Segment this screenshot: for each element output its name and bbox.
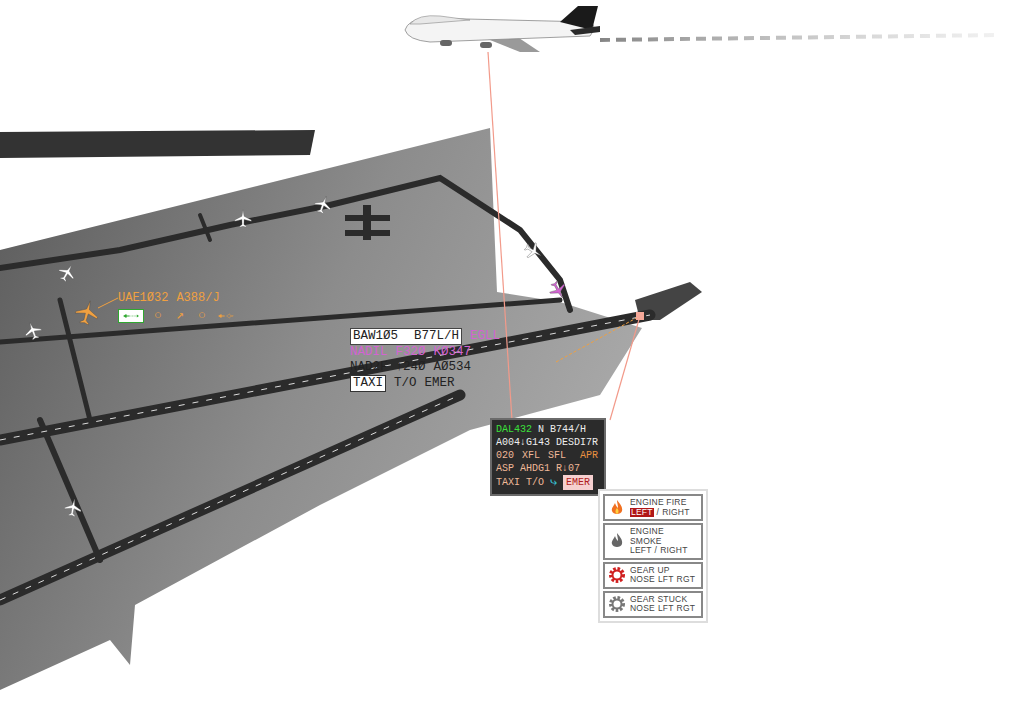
emergency-option[interactable]: RGT	[677, 575, 696, 585]
emergency-title: ENGINE FIRE	[630, 498, 690, 508]
airport-map	[0, 0, 1032, 702]
action-button[interactable]	[118, 309, 144, 323]
level-fields: 020 XFL SFL	[496, 449, 566, 462]
gear-stuck-icon	[608, 595, 626, 613]
emergency-options: LEFT/RIGHT	[630, 508, 690, 518]
emergency-button[interactable]: EMER	[563, 475, 593, 490]
wake-category: N	[538, 423, 544, 436]
emergency-option[interactable]: LFT	[658, 604, 674, 614]
flight-tag[interactable]: BAW1Ø5 B77L/H EGLL NADIL F32Ø KØ347 NAD2F ↑24Ø A…	[350, 328, 500, 392]
emergency-option[interactable]: RGT	[677, 604, 696, 614]
emergency-item[interactable]: GEAR UPNOSELFTRGT	[603, 562, 703, 589]
taxi-arrow[interactable]: ⤷	[550, 476, 557, 489]
command-button[interactable]: EMER	[425, 376, 455, 391]
tag-field: R↓07	[556, 462, 580, 475]
route-field: KØ347	[434, 345, 472, 360]
action-button[interactable]: ○	[150, 308, 166, 323]
command-button[interactable]: TAXI	[496, 476, 520, 489]
tag-field: DESDI7R	[556, 436, 598, 449]
emergency-option[interactable]: NOSE	[630, 604, 655, 614]
tag-field: A004↓G143	[496, 436, 550, 449]
fire-icon	[608, 499, 626, 517]
clearance-field: NAD2F	[350, 360, 388, 375]
aircraft-icon[interactable]	[60, 495, 85, 520]
emergency-title: ENGINE SMOKE	[630, 527, 698, 546]
flight-tag[interactable]: DAL432 N B744/HA004↓G143 DESDI7R 020 XFL SFL AP…	[490, 418, 606, 496]
emergency-title: GEAR STUCK	[630, 595, 695, 605]
callsign-box[interactable]: BAW1Ø5 B77L/H	[350, 328, 462, 345]
emergency-item[interactable]: ENGINE FIRELEFT/RIGHT	[603, 494, 703, 521]
route-line: NADIL F32Ø KØ347	[350, 345, 500, 360]
plane-swap-icon	[217, 310, 235, 322]
flight-status: APR	[580, 449, 598, 462]
emergency-menu: ENGINE FIRELEFT/RIGHTENGINE SMOKELEFT/RI…	[598, 489, 708, 623]
emergency-options: LEFT/RIGHT	[630, 546, 698, 556]
airliner-icon[interactable]	[405, 6, 600, 52]
emergency-item[interactable]: GEAR STUCKNOSELFTRGT	[603, 591, 703, 618]
route-field: NADIL	[350, 345, 388, 360]
action-row: ○ ↗ ○	[118, 308, 236, 323]
action-button[interactable]	[216, 309, 236, 323]
flight-tag[interactable]: UAE1Ø32 A388/J ○ ↗ ○	[118, 291, 236, 323]
tag-field: 020	[496, 449, 514, 462]
command-row: TAXI T/O EMER	[350, 375, 500, 392]
emergency-option[interactable]: LEFT	[630, 546, 652, 556]
emergency-label: GEAR STUCKNOSELFTRGT	[630, 595, 695, 614]
emergency-label: ENGINE SMOKELEFT/RIGHT	[630, 527, 698, 556]
callsign[interactable]: DAL432	[496, 423, 532, 436]
aircraft-type: B744/H	[550, 423, 586, 436]
command-button[interactable]: TAXI	[350, 375, 386, 392]
plane-arrow-icon	[122, 310, 140, 322]
emergency-label: GEAR UPNOSELFTRGT	[630, 566, 695, 585]
emergency-option[interactable]: NOSE	[630, 575, 655, 585]
smoke-icon	[608, 532, 626, 550]
clearance-field: AØ534	[434, 360, 472, 375]
emergency-label: ENGINE FIRELEFT/RIGHT	[630, 498, 690, 517]
separator: /	[657, 508, 660, 518]
emergency-item[interactable]: ENGINE SMOKELEFT/RIGHT	[603, 523, 703, 560]
emergency-title: GEAR UP	[630, 566, 695, 576]
emergency-option[interactable]: RIGHT	[660, 546, 687, 556]
command-button[interactable]: T/O	[394, 376, 417, 391]
level-line: 020 XFL SFL APR	[496, 449, 598, 462]
command-button[interactable]: T/O	[526, 476, 544, 489]
aircraft-type: B77L/H	[414, 329, 459, 344]
clearance-field: ↑24Ø	[396, 360, 426, 375]
tag-field: XFL	[522, 449, 540, 462]
tag-header: DAL432 N B744/H	[496, 423, 598, 436]
route-field: F32Ø	[396, 345, 426, 360]
destination: EGLL	[470, 329, 500, 344]
tag-header: BAW1Ø5 B77L/H EGLL	[350, 328, 500, 345]
action-glyph: ↗	[176, 308, 184, 323]
altitude-line: A004↓G143 DESDI7R	[496, 436, 598, 449]
emergency-option[interactable]: RIGHT	[662, 508, 689, 518]
emergency-options: NOSELFTRGT	[630, 575, 695, 585]
action-glyph: ○	[154, 308, 162, 323]
command-row: TAXI T/O ⤷ EMER	[496, 475, 598, 490]
callsign[interactable]: BAW1Ø5	[353, 329, 398, 344]
emergency-option[interactable]: LEFT	[630, 508, 654, 518]
gear-up-icon	[608, 566, 626, 584]
tag-field: ASP	[496, 462, 514, 475]
assignment-line: ASP AHDG1 R↓07	[496, 462, 598, 475]
action-glyph: ○	[198, 308, 206, 323]
aircraft-icon[interactable]	[232, 208, 254, 230]
emergency-option[interactable]: LFT	[658, 575, 674, 585]
aircraft-type: A388/J	[176, 291, 219, 306]
emergency-options: NOSELFTRGT	[630, 604, 695, 614]
tag-field: AHDG1	[520, 462, 550, 475]
callsign[interactable]: UAE1Ø32	[118, 291, 168, 306]
tag-field: SFL	[548, 449, 566, 462]
tower-view: UAE1Ø32 A388/J ○ ↗ ○ BAW1Ø5 B77L/H EGLL NADIL F32…	[0, 0, 1032, 702]
tag-header: UAE1Ø32 A388/J	[118, 291, 236, 306]
separator: /	[655, 546, 658, 556]
action-button[interactable]: ○	[194, 308, 210, 323]
action-button[interactable]: ↗	[172, 308, 188, 323]
clearance-line: NAD2F ↑24Ø AØ534	[350, 360, 500, 375]
